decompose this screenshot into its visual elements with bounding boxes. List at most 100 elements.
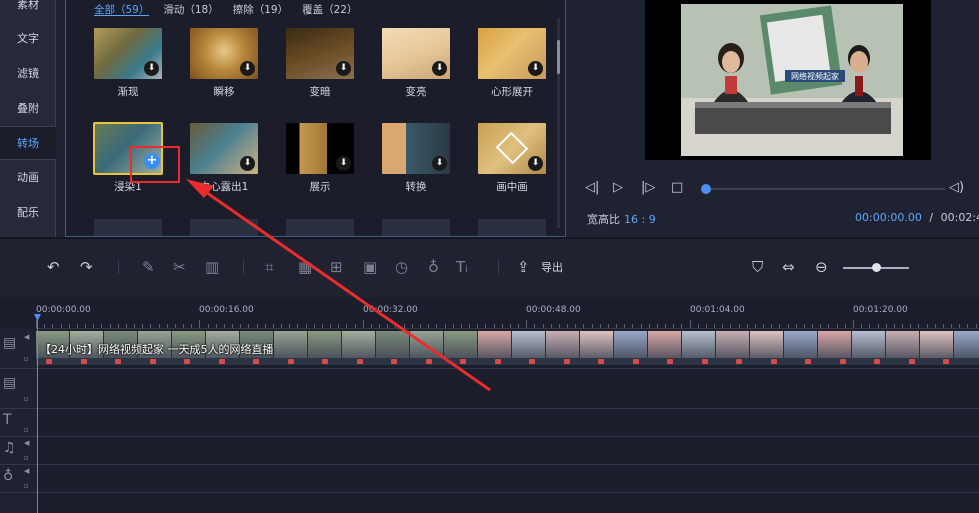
transition-tile-partial[interactable] (94, 219, 162, 236)
transition-marker[interactable] (287, 359, 294, 364)
transition-tile-partial[interactable] (478, 219, 546, 236)
transition-tile-heart-expand[interactable]: ⬇ 心形展开 (478, 28, 546, 99)
playback-progress-handle[interactable] (701, 184, 711, 194)
download-icon[interactable]: ⬇ (336, 61, 351, 76)
download-icon[interactable]: ⬇ (528, 61, 543, 76)
transition-marker[interactable] (529, 359, 535, 364)
track-head-overlay[interactable]: ▤ ▫ (0, 369, 36, 409)
transition-marker[interactable] (667, 359, 673, 364)
download-icon[interactable]: ⬇ (240, 156, 255, 171)
download-icon[interactable]: ⬇ (432, 61, 447, 76)
track-lock-icon[interactable]: ▫ (24, 482, 29, 490)
zoom-out-icon[interactable]: ⊖ (815, 258, 828, 276)
track-volume-icon[interactable]: ◀ (24, 467, 29, 475)
transition-marker[interactable] (839, 359, 846, 364)
transition-marker[interactable] (563, 359, 570, 364)
transition-tile-show[interactable]: ⬇ 展示 (286, 123, 354, 194)
fit-timeline-icon[interactable]: ⇔ (782, 258, 795, 276)
track-visibility-icon[interactable]: ◀ (24, 333, 29, 341)
transition-marker[interactable] (701, 359, 708, 364)
overlay-track[interactable] (36, 369, 979, 409)
transition-tile-partial[interactable] (286, 219, 354, 236)
sidebar-item-text[interactable]: 文字 (0, 22, 56, 56)
track-head-text[interactable]: T ▫ (0, 409, 36, 437)
sidebar-item-transitions[interactable]: 转场 (0, 126, 56, 160)
tab-cover[interactable]: 覆盖（22） (302, 2, 357, 16)
transition-marker[interactable] (908, 359, 915, 364)
aspect-ratio[interactable]: 宽高比 16 : 9 (587, 211, 656, 227)
transition-marker[interactable] (149, 359, 156, 364)
transition-marker[interactable] (460, 359, 466, 364)
video-track[interactable]: 【24小时】网络视频起家 一天成5人的网络直播 (36, 329, 979, 369)
track-head-video[interactable]: ▤ ◀ ▫ (0, 329, 36, 369)
timeline-ruler[interactable]: 00:00:00.00 00:00:16.00 00:00:32.00 00:0… (36, 297, 979, 329)
transition-marker[interactable] (356, 359, 363, 364)
edit-pencil-icon[interactable]: ✎ (142, 258, 155, 276)
tab-wipe[interactable]: 擦除（19） (233, 2, 288, 16)
video-preview[interactable]: 网络视频起家 (645, 0, 931, 160)
sidebar-item-overlay[interactable]: 叠附 (0, 92, 56, 126)
track-lock-icon[interactable]: ▫ (24, 395, 29, 403)
transition-marker[interactable] (494, 359, 501, 364)
track-volume-icon[interactable]: ◀ (24, 439, 29, 447)
transition-tile-center-reveal[interactable]: ⬇ 中心露出1 (190, 123, 258, 194)
download-icon[interactable]: ⬇ (432, 156, 447, 171)
transition-marker[interactable] (805, 359, 811, 364)
transition-marker[interactable] (598, 359, 604, 364)
sidebar-item-animation[interactable]: 动画 (0, 161, 56, 195)
transition-tile-fade-in[interactable]: ⬇ 渐现 (94, 28, 162, 99)
transition-marker[interactable] (115, 359, 121, 364)
export-icon[interactable]: ⇪ (517, 258, 530, 276)
voiceover-track[interactable] (36, 465, 979, 493)
music-track[interactable] (36, 437, 979, 465)
transition-marker[interactable] (632, 359, 639, 364)
undo-icon[interactable]: ↶ (47, 258, 60, 276)
mosaic-icon[interactable]: ▦ (298, 258, 312, 276)
zoom-slider-handle[interactable] (872, 263, 881, 272)
track-head-music[interactable]: ♫ ◀ ▫ (0, 437, 36, 465)
download-icon[interactable]: ⬇ (528, 156, 543, 171)
track-lock-icon[interactable]: ▫ (24, 454, 29, 462)
transition-marker[interactable] (46, 359, 52, 364)
sidebar-item-media[interactable]: 素材 (0, 0, 56, 22)
tab-all[interactable]: 全部（59） (94, 2, 150, 16)
text-to-speech-icon[interactable]: Tᵢ (456, 258, 468, 276)
transition-tile-picture-in-picture[interactable]: ⬇ 画中画 (478, 123, 546, 194)
sidebar-item-music[interactable]: 配乐 (0, 196, 56, 230)
transition-tile-partial[interactable] (190, 219, 258, 236)
split-screen-icon[interactable]: ⊞ (330, 258, 343, 276)
scissors-icon[interactable]: ✂ (173, 258, 186, 276)
text-track[interactable] (36, 409, 979, 437)
delete-icon[interactable]: ▥ (205, 258, 219, 276)
transition-tile-teleport[interactable]: ⬇ 瞬移 (190, 28, 258, 99)
sidebar-item-filters[interactable]: 滤镜 (0, 57, 56, 91)
download-icon[interactable]: ⬇ (240, 61, 255, 76)
transition-tile-darken[interactable]: ⬇ 变暗 (286, 28, 354, 99)
transition-marker[interactable] (218, 359, 225, 364)
export-button[interactable]: 导出 (541, 259, 563, 275)
transition-marker[interactable] (322, 359, 328, 364)
microphone-icon[interactable]: ♁ (428, 258, 439, 276)
track-lock-icon[interactable]: ▫ (24, 426, 29, 434)
speed-icon[interactable]: ◷ (395, 258, 408, 276)
download-icon[interactable]: ⬇ (336, 156, 351, 171)
volume-icon[interactable]: ◁) (949, 180, 964, 195)
transition-marker[interactable] (770, 359, 777, 364)
transition-tile-dip[interactable]: + 浸染1 (93, 122, 163, 194)
transition-tile-brighten[interactable]: ⬇ 变亮 (382, 28, 450, 99)
playback-progress-track[interactable] (705, 188, 945, 190)
transition-marker[interactable] (425, 359, 432, 364)
track-head-voiceover[interactable]: ♁ ◀ ▫ (0, 465, 36, 493)
download-icon[interactable]: ⬇ (144, 61, 159, 76)
crop-icon[interactable]: ⌗ (265, 258, 273, 276)
play-icon[interactable]: ▷ (613, 180, 623, 195)
stop-icon[interactable]: □ (671, 180, 683, 195)
transition-marker[interactable] (184, 359, 190, 364)
tab-slide[interactable]: 滑动（18） (163, 2, 218, 16)
playhead[interactable] (37, 315, 38, 513)
transition-tile-partial[interactable] (382, 219, 450, 236)
transition-marker[interactable] (391, 359, 397, 364)
transition-tile-switch[interactable]: ⬇ 转换 (382, 123, 450, 194)
transition-marker[interactable] (943, 359, 949, 364)
transition-marker[interactable] (736, 359, 742, 364)
